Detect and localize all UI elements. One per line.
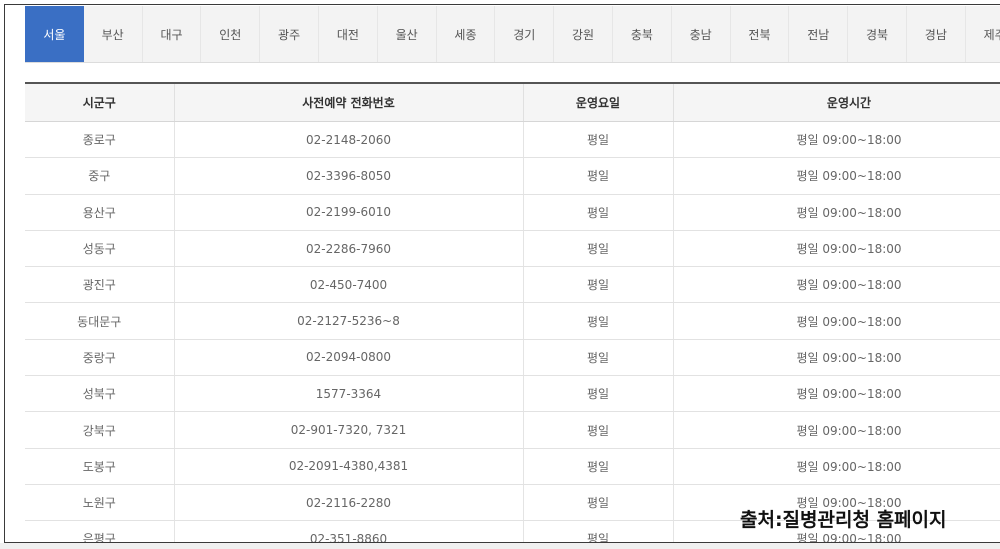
table-row: 동대문구 02-2127-5236~8 평일 평일 09:00~18:00: [25, 302, 1000, 340]
cell-hours: 평일 09:00~18:00: [673, 448, 1000, 485]
cell-days: 평일: [523, 302, 674, 340]
cell-days: 평일: [523, 194, 674, 231]
screenshot-frame: 서울부산대구인천광주대전울산세종경기강원충북충남전북전남경북경남제주 시군구 사…: [4, 4, 1000, 543]
cell-district: 광진구: [25, 266, 175, 304]
cell-hours: 평일 09:00~18:00: [673, 302, 1000, 340]
cell-district: 성북구: [25, 375, 175, 413]
cell-district: 성동구: [25, 230, 175, 268]
region-tab[interactable]: 강원: [554, 6, 613, 62]
region-tab[interactable]: 경북: [848, 6, 907, 62]
cell-phone: 02-2127-5236~8: [174, 302, 524, 340]
table-row: 중구 02-3396-8050 평일 평일 09:00~18:00: [25, 157, 1000, 195]
region-tab[interactable]: 서울: [25, 6, 84, 62]
cell-district: 중랑구: [25, 339, 175, 377]
region-tab[interactable]: 광주: [260, 6, 319, 62]
cell-days: 평일: [523, 484, 674, 522]
region-tab[interactable]: 경남: [907, 6, 966, 62]
cell-district: 강북구: [25, 411, 175, 449]
cell-days: 평일: [523, 266, 674, 304]
cell-hours: 평일 09:00~18:00: [673, 266, 1000, 304]
cell-phone: 1577-3364: [174, 375, 524, 413]
table-row: 성북구 1577-3364 평일 평일 09:00~18:00: [25, 375, 1000, 413]
cell-hours: 평일 09:00~18:00: [673, 121, 1000, 159]
header-district: 시군구: [25, 82, 175, 122]
region-tab[interactable]: 부산: [84, 6, 143, 62]
table-row: 종로구 02-2148-2060 평일 평일 09:00~18:00: [25, 121, 1000, 159]
source-caption: 출처:질병관리청 홈페이지: [740, 509, 947, 531]
cell-hours: 평일 09:00~18:00: [673, 157, 1000, 195]
region-tab[interactable]: 전북: [731, 6, 790, 62]
cell-hours: 평일 09:00~18:00: [673, 194, 1000, 231]
cell-district: 은평구: [25, 520, 175, 542]
table-row: 용산구 02-2199-6010 평일 평일 09:00~18:00: [25, 194, 1000, 231]
cell-phone: 02-2286-7960: [174, 230, 524, 268]
region-tab[interactable]: 제주: [966, 6, 1000, 62]
cell-phone: 02-2094-0800: [174, 339, 524, 377]
region-tab[interactable]: 인천: [201, 6, 261, 62]
cell-days: 평일: [523, 230, 674, 268]
cell-days: 평일: [523, 520, 674, 542]
region-tab[interactable]: 충북: [613, 6, 672, 62]
table-row: 중랑구 02-2094-0800 평일 평일 09:00~18:00: [25, 339, 1000, 377]
cell-phone: 02-351-8860: [174, 520, 524, 542]
cell-phone: 02-3396-8050: [174, 157, 524, 195]
cell-district: 중구: [25, 157, 175, 195]
cell-hours: 평일 09:00~18:00: [673, 339, 1000, 377]
cell-district: 동대문구: [25, 302, 175, 340]
cell-hours: 평일 09:00~18:00: [673, 375, 1000, 413]
cell-days: 평일: [523, 157, 674, 195]
region-tab[interactable]: 울산: [378, 6, 437, 62]
cell-days: 평일: [523, 121, 674, 159]
cell-days: 평일: [523, 448, 674, 485]
cell-days: 평일: [523, 339, 674, 377]
cell-hours: 평일 09:00~18:00: [673, 230, 1000, 268]
cell-district: 종로구: [25, 121, 175, 159]
region-tab[interactable]: 전남: [789, 6, 849, 62]
header-hours: 운영시간: [673, 82, 1000, 122]
table-row: 성동구 02-2286-7960 평일 평일 09:00~18:00: [25, 230, 1000, 268]
reservation-table-container: 시군구 사전예약 전화번호 운영요일 운영시간 종로구 02-2148-2060 평…: [25, 82, 1000, 542]
cell-phone: 02-2091-4380,4381: [174, 448, 524, 485]
region-tab-bar: 서울부산대구인천광주대전울산세종경기강원충북충남전북전남경북경남제주: [25, 6, 1000, 63]
header-days: 운영요일: [523, 82, 674, 122]
cell-days: 평일: [523, 411, 674, 449]
region-tab[interactable]: 대구: [143, 6, 202, 62]
table-row: 강북구 02-901-7320, 7321 평일 평일 09:00~18:00: [25, 411, 1000, 449]
cell-district: 용산구: [25, 194, 175, 231]
cell-phone: 02-901-7320, 7321: [174, 411, 524, 449]
region-tab[interactable]: 충남: [672, 6, 731, 62]
cell-hours: 평일 09:00~18:00: [673, 411, 1000, 449]
cell-days: 평일: [523, 375, 674, 413]
cell-phone: 02-2116-2280: [174, 484, 524, 522]
region-tab[interactable]: 경기: [495, 6, 555, 62]
cell-phone: 02-2148-2060: [174, 121, 524, 159]
cell-phone: 02-2199-6010: [174, 194, 524, 231]
cell-phone: 02-450-7400: [174, 266, 524, 304]
table-header-row: 시군구 사전예약 전화번호 운영요일 운영시간: [25, 82, 1000, 122]
reservation-table: 시군구 사전예약 전화번호 운영요일 운영시간 종로구 02-2148-2060 평…: [25, 82, 1000, 542]
cell-district: 도봉구: [25, 448, 175, 485]
table-row: 광진구 02-450-7400 평일 평일 09:00~18:00: [25, 266, 1000, 304]
table-row: 도봉구 02-2091-4380,4381 평일 평일 09:00~18:00: [25, 448, 1000, 485]
region-tab[interactable]: 대전: [319, 6, 378, 62]
cell-district: 노원구: [25, 484, 175, 522]
region-tab[interactable]: 세종: [437, 6, 496, 62]
header-phone: 사전예약 전화번호: [174, 82, 524, 122]
bottom-divider: [0, 543, 1000, 549]
